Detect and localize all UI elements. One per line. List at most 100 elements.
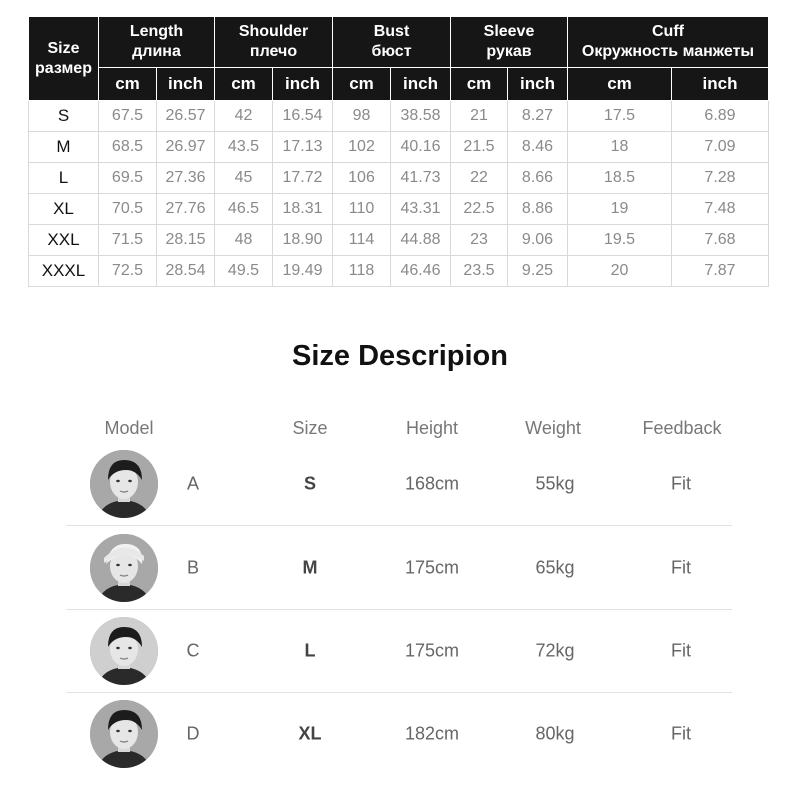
group-label-ru: плечо — [249, 43, 298, 60]
unit-cm-header: cm — [450, 67, 508, 101]
model-avatar — [90, 450, 158, 518]
bust-in-cell: 46.46 — [390, 255, 451, 287]
size-cell: M — [28, 131, 99, 163]
size-chart-body: S 67.5 26.57 42 16.54 98 38.58 21 8.27 17.5 6.89 M 6… — [28, 100, 769, 287]
bust-cm-cell: 118 — [332, 255, 391, 287]
feedback-column-header: Feedback — [642, 418, 722, 438]
cuff-in-cell: 7.68 — [671, 224, 769, 256]
shoulder-cm-cell: 42 — [214, 100, 273, 132]
cuff-in-cell: 7.09 — [671, 131, 769, 163]
size-row: L 69.5 27.36 45 17.72 106 41.73 22 8.66 18.5 7.28 — [28, 162, 769, 194]
unit-cm-header: cm — [214, 67, 273, 101]
model-row: B M 175cm 65kg Fit — [0, 526, 800, 610]
unit-inch-header: inch — [156, 67, 215, 101]
shoulder-cm-cell: 48 — [214, 224, 273, 256]
weight-column-header: Weight — [525, 418, 581, 438]
group-label-ru: рукав — [486, 43, 532, 60]
model-size-cell: L — [304, 640, 316, 661]
bust-in-cell: 40.16 — [390, 131, 451, 163]
shoulder-cm-cell: 45 — [214, 162, 273, 194]
sleeve-cm-cell: 22 — [450, 162, 508, 194]
model-height-cell: 182cm — [404, 723, 460, 744]
cuff-cm-cell: 20 — [567, 255, 672, 287]
height-column-header: Height — [405, 418, 459, 438]
length-cm-cell: 67.5 — [98, 100, 157, 132]
length-in-cell: 27.76 — [156, 193, 215, 225]
shoulder-cm-cell: 46.5 — [214, 193, 273, 225]
unit-inch-header: inch — [390, 67, 451, 101]
model-size-cell: S — [303, 473, 317, 494]
model-size-cell: M — [302, 557, 318, 578]
cuff-cm-cell: 17.5 — [567, 100, 672, 132]
shoulder-in-cell: 18.31 — [272, 193, 333, 225]
model-row: D XL 182cm 80kg Fit — [0, 692, 800, 776]
bust-in-cell: 43.31 — [390, 193, 451, 225]
size-row: XL 70.5 27.76 46.5 18.31 110 43.31 22.5 8.86 19 7.… — [28, 193, 769, 225]
size-row: S 67.5 26.57 42 16.54 98 38.58 21 8.27 17.5 6.89 — [28, 100, 769, 132]
length-cm-cell: 70.5 — [98, 193, 157, 225]
bust-cm-cell: 98 — [332, 100, 391, 132]
size-row: M 68.5 26.97 43.5 17.13 102 40.16 21.5 8.46 18 7.0… — [28, 131, 769, 163]
model-label-cell: D — [186, 723, 200, 744]
model-weight-cell: 65kg — [535, 557, 575, 578]
model-feedback-cell: Fit — [671, 723, 691, 744]
length-cm-cell: 72.5 — [98, 255, 157, 287]
cuff-cm-cell: 19 — [567, 193, 672, 225]
size-cell: XXXL — [28, 255, 99, 287]
bust-in-cell: 38.58 — [390, 100, 451, 132]
sleeve-in-cell: 9.25 — [507, 255, 568, 287]
length-in-cell: 26.57 — [156, 100, 215, 132]
length-cm-cell: 71.5 — [98, 224, 157, 256]
bust-cm-cell: 114 — [332, 224, 391, 256]
length-cm-cell: 68.5 — [98, 131, 157, 163]
bust-in-cell: 44.88 — [390, 224, 451, 256]
sleeve-cm-cell: 21.5 — [450, 131, 508, 163]
size-chart-table: Size размер Length длина Shoulder плечо … — [28, 16, 769, 287]
model-weight-cell: 80kg — [535, 723, 575, 744]
cuff-in-cell: 7.87 — [671, 255, 769, 287]
size-cell: S — [28, 100, 99, 132]
shoulder-group-header: Shoulder плечо — [214, 16, 333, 68]
length-in-cell: 27.36 — [156, 162, 215, 194]
group-label: Sleeve — [483, 23, 535, 40]
sleeve-in-cell: 8.46 — [507, 131, 568, 163]
sleeve-in-cell: 8.86 — [507, 193, 568, 225]
size-cell: XL — [28, 193, 99, 225]
sleeve-cm-cell: 23.5 — [450, 255, 508, 287]
group-label: Bust — [373, 23, 410, 40]
model-row: C L 175cm 72kg Fit — [0, 609, 800, 693]
bust-group-header: Bust бюст — [332, 16, 451, 68]
model-avatar — [90, 617, 158, 685]
bust-cm-cell: 110 — [332, 193, 391, 225]
size-column-header: Size — [292, 418, 328, 438]
size-cell: XXL — [28, 224, 99, 256]
model-row: A S 168cm 55kg Fit — [0, 442, 800, 526]
shoulder-cm-cell: 49.5 — [214, 255, 273, 287]
cuff-cm-cell: 18 — [567, 131, 672, 163]
size-description-title: Size Descripion — [292, 340, 508, 372]
cuff-in-cell: 7.48 — [671, 193, 769, 225]
model-label-cell: B — [186, 557, 200, 578]
model-height-cell: 168cm — [404, 473, 460, 494]
sleeve-in-cell: 8.66 — [507, 162, 568, 194]
unit-cm-header: cm — [567, 67, 672, 101]
bust-cm-cell: 106 — [332, 162, 391, 194]
group-label-ru: длина — [132, 43, 181, 60]
group-label: Cuff — [652, 23, 684, 40]
model-avatar — [90, 534, 158, 602]
shoulder-in-cell: 17.13 — [272, 131, 333, 163]
size-row: XXL 71.5 28.15 48 18.90 114 44.88 23 9.06 19.5 7.6… — [28, 224, 769, 256]
unit-inch-header: inch — [671, 67, 769, 101]
shoulder-in-cell: 19.49 — [272, 255, 333, 287]
sleeve-group-header: Sleeve рукав — [450, 16, 568, 68]
length-group-header: Length длина — [98, 16, 215, 68]
sleeve-cm-cell: 23 — [450, 224, 508, 256]
model-feedback-cell: Fit — [671, 473, 691, 494]
bust-cm-cell: 102 — [332, 131, 391, 163]
model-label-cell: A — [186, 473, 200, 494]
model-label-cell: C — [186, 640, 200, 661]
unit-inch-header: inch — [272, 67, 333, 101]
length-cm-cell: 69.5 — [98, 162, 157, 194]
model-weight-cell: 55kg — [535, 473, 575, 494]
size-header-label-ru: размер — [35, 59, 92, 77]
